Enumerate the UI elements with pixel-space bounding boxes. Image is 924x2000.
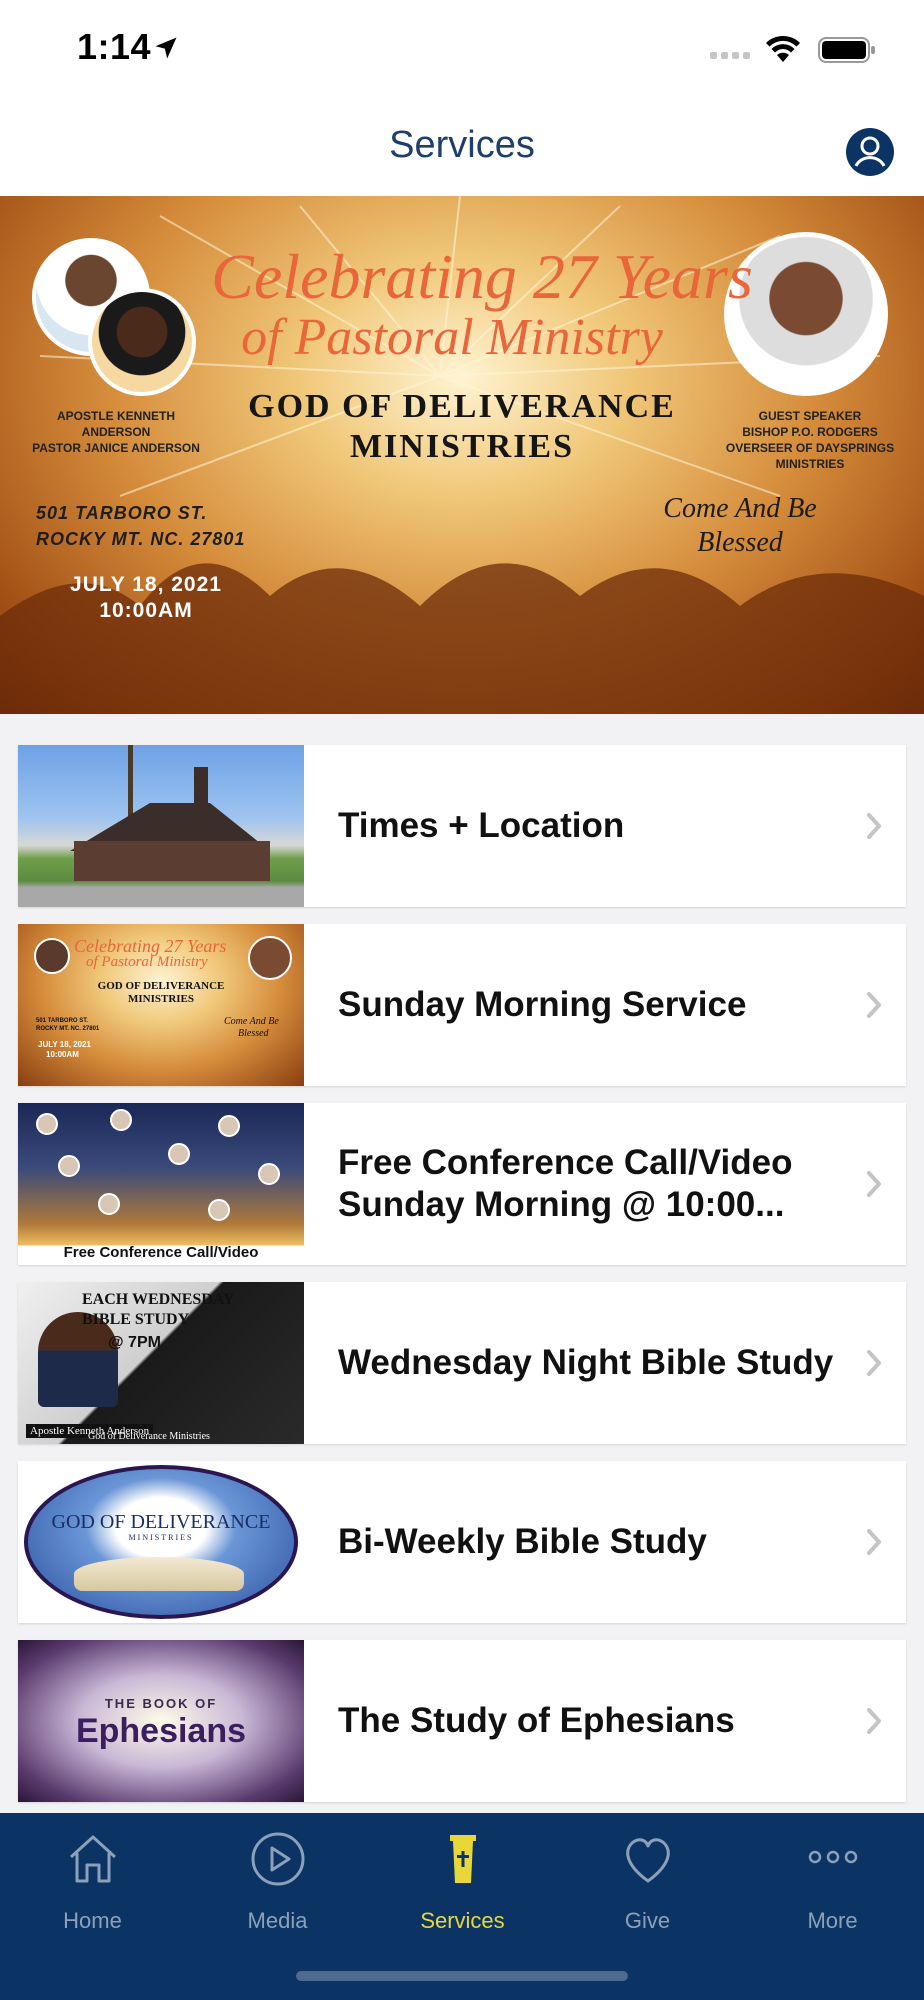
chevron-right-icon [867, 1350, 881, 1376]
tab-services[interactable]: Services [370, 1813, 555, 1943]
list-item-label: Bi-Weekly Bible Study [338, 1522, 707, 1561]
banner-left-caption: APOSTLE KENNETH ANDERSON PASTOR JANICE A… [26, 408, 206, 456]
address-line: ROCKY MT. NC. 27801 [36, 529, 246, 549]
list-item-label: Times + Location [338, 806, 625, 845]
tab-label: Media [247, 1908, 308, 1933]
status-bar: 1:14 [0, 0, 924, 100]
thumb-time-line: 10:00AM [46, 1050, 79, 1059]
chevron-right-icon [867, 1529, 881, 1555]
chevron-right-icon [867, 813, 881, 839]
heart-icon [625, 1838, 670, 1883]
play-icon [251, 1832, 304, 1886]
more-dots-icon [808, 1850, 857, 1864]
tab-give[interactable]: Give [555, 1813, 740, 1943]
wifi-icon [766, 35, 800, 62]
banner-script-line1: Celebrating 27 Years [211, 241, 753, 312]
caption-line: OVERSEER OF DAYSPRINGS [725, 441, 895, 455]
battery-icon [818, 37, 875, 63]
thumb-address-line: 501 TARBORO ST. [36, 1018, 88, 1024]
caption-line: APOSTLE KENNETH ANDERSON [56, 409, 175, 439]
thumb-heading-line: EACH WEDNESDAY [82, 1291, 235, 1308]
conference-call-thumbnail: Free Conference Call/Video [18, 1103, 304, 1265]
status-time: 1:14 [77, 26, 152, 67]
logo-subtext: MINISTRIES [128, 1533, 194, 1542]
profile-icon[interactable] [844, 126, 896, 178]
thumb-date-line: JULY 18, 2021 [38, 1040, 91, 1049]
anniversary-flyer-thumbnail: Celebrating 27 Years of Pastoral Ministr… [18, 924, 304, 1086]
tab-home[interactable]: Home [0, 1813, 185, 1943]
thumb-caption: Free Conference Call/Video [63, 1244, 259, 1261]
list-item-times-location[interactable]: Times + Location [18, 745, 906, 907]
chevron-right-icon [867, 992, 881, 1018]
chevron-right-icon [867, 1171, 881, 1197]
thumb-time: @ 7PM [108, 1334, 161, 1351]
book-of-ephesians-thumbnail: THE BOOK OF Ephesians [18, 1640, 304, 1802]
church-building-thumbnail [18, 745, 304, 907]
home-indicator[interactable] [296, 1971, 628, 1981]
list-item-free-conference-call[interactable]: Free Conference Call/Video Free Conferen… [18, 1103, 906, 1265]
tab-label: Give [624, 1908, 671, 1933]
tab-media[interactable]: Media [185, 1813, 370, 1943]
services-list: Times + Location Celebrating 27 Years of… [18, 745, 906, 1819]
home-icon [69, 1835, 116, 1883]
featured-banner[interactable]: Celebrating 27 Years of Pastoral Ministr… [0, 196, 924, 714]
ministry-logo-thumbnail: GOD OF DELIVERANCE MINISTRIES [18, 1461, 304, 1623]
blessed-line: Come And Be [663, 493, 817, 524]
list-item-wednesday-bible-study[interactable]: EACH WEDNESDAY BIBLE STUDY @ 7PM Apostle… [18, 1282, 906, 1444]
logo-text: GOD OF DELIVERANCE [51, 1511, 271, 1533]
caption-line: PASTOR JANICE ANDERSON [32, 441, 200, 455]
thumb-subtitle: THE BOOK OF [104, 1696, 218, 1711]
list-item-label: Free Conference Call/Video Sunday Mornin… [338, 1143, 793, 1224]
list-item-bi-weekly-bible-study[interactable]: GOD OF DELIVERANCE MINISTRIES Bi-Weekly … [18, 1461, 906, 1623]
thumb-org-line: GOD OF DELIVERANCE [97, 980, 225, 992]
location-arrow-icon [155, 37, 177, 59]
tab-label: Services [420, 1908, 505, 1933]
tab-label: More [807, 1908, 858, 1933]
page-title: Services [389, 124, 535, 166]
list-item-label: Sunday Morning Service [338, 985, 747, 1024]
cellular-signal-icon [710, 52, 750, 59]
blessed-line: Blessed [697, 527, 783, 558]
thumb-blessed-line: Blessed [238, 1028, 269, 1039]
list-item-label: The Study of Ephesians [338, 1701, 735, 1740]
thumb-org: God of Deliverance Ministries [88, 1431, 210, 1442]
tab-label: Home [63, 1908, 122, 1933]
thumb-blessed-line: Come And Be [224, 1016, 279, 1027]
list-item-label: Wednesday Night Bible Study [338, 1343, 834, 1382]
time-line: 10:00AM [99, 599, 193, 622]
thumb-heading-line: BIBLE STUDY [82, 1311, 190, 1328]
list-item-study-of-ephesians[interactable]: THE BOOK OF Ephesians The Study of Ephes… [18, 1640, 906, 1802]
banner-script-line2: of Pastoral Ministry [241, 309, 663, 366]
thumb-address-line: ROCKY MT. NC. 27801 [36, 1026, 100, 1032]
chevron-right-icon [867, 1708, 881, 1734]
thumb-org-line: MINISTRIES [127, 993, 195, 1005]
date-line: JULY 18, 2021 [70, 573, 222, 596]
pulpit-icon [449, 1835, 476, 1883]
banner-date: JULY 18, 2021 10:00AM [46, 572, 246, 624]
thumb-script-line: of Pastoral Ministry [86, 954, 208, 970]
address-line: 501 TARBORO ST. [36, 503, 208, 523]
caption-line: MINISTRIES [775, 457, 845, 471]
banner-right-caption: GUEST SPEAKER BISHOP P.O. RODGERS OVERSE… [720, 408, 900, 472]
services-screen: 1:14 Services Celebrating 27 Years of Pa… [0, 0, 924, 2000]
thumb-heading: EACH WEDNESDAY BIBLE STUDY [82, 1290, 234, 1330]
banner-address: 501 TARBORO ST. ROCKY MT. NC. 27801 [36, 500, 245, 552]
banner-blessed-text: Come And Be Blessed [650, 492, 830, 560]
tab-more[interactable]: More [740, 1813, 924, 1943]
caption-line: GUEST SPEAKER [758, 409, 862, 423]
nav-header: Services [0, 100, 924, 196]
thumb-title: Ephesians [75, 1712, 247, 1750]
caption-line: BISHOP P.O. RODGERS [742, 425, 878, 439]
bible-study-flyer-thumbnail: EACH WEDNESDAY BIBLE STUDY @ 7PM Apostle… [18, 1282, 304, 1444]
list-item-sunday-morning-service[interactable]: Celebrating 27 Years of Pastoral Ministr… [18, 924, 906, 1086]
